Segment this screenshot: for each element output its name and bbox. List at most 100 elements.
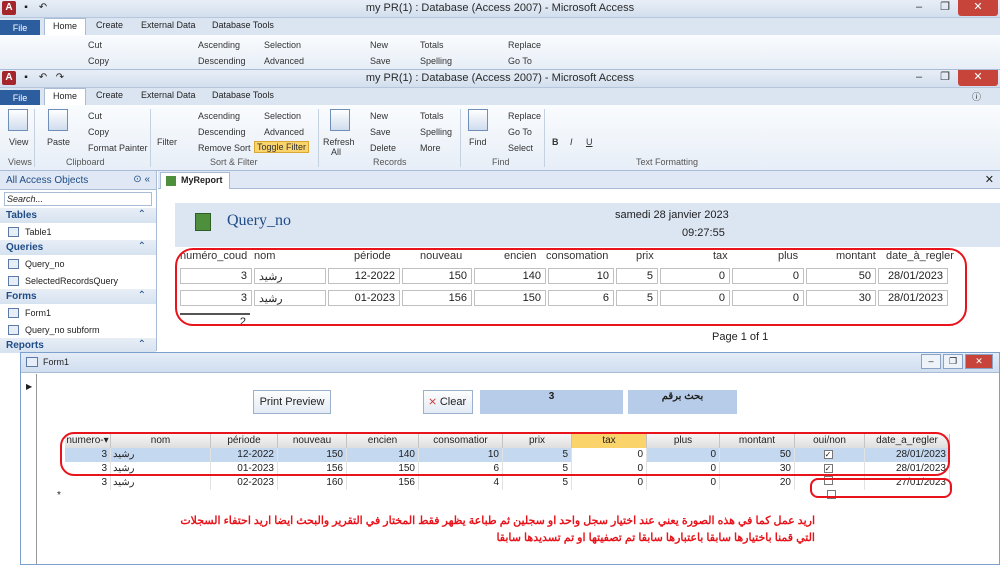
view-button[interactable]: View [9, 137, 28, 147]
tab-home[interactable]: Home [44, 88, 87, 105]
grid-cell[interactable]: 156 [347, 476, 419, 490]
bg-replace[interactable]: Replace [508, 40, 541, 50]
report-date: samedi 28 janvier 2023 [615, 209, 729, 221]
descending-button[interactable]: Descending [198, 127, 246, 137]
grid-cell[interactable]: 20 [720, 476, 795, 490]
remove-sort-button[interactable]: Remove Sort [198, 143, 251, 153]
ascending-button[interactable]: Ascending [198, 111, 240, 121]
collapse-icon[interactable]: ⌃ [138, 209, 146, 220]
advanced-button[interactable]: Advanced [264, 127, 304, 137]
copy-button[interactable]: Copy [88, 127, 109, 137]
page-indicator: Page 1 of 1 [712, 331, 769, 343]
select-button[interactable]: Select [508, 143, 533, 153]
find-button[interactable]: Find [469, 137, 487, 147]
spelling-button[interactable]: Spelling [420, 127, 452, 137]
italic-button[interactable]: I [570, 137, 573, 147]
nav-item-selected-records-query[interactable]: SelectedRecordsQuery [0, 272, 156, 289]
clear-button[interactable]: ⨯ Clear [423, 390, 473, 414]
collapse-icon[interactable]: ⌃ [138, 339, 146, 350]
minimize-icon[interactable]: – [906, 70, 932, 86]
background-ribbon-tabs: File Home Create External Data Database … [0, 18, 1000, 37]
tab-external-data[interactable]: External Data [141, 90, 196, 100]
bold-button[interactable]: B [552, 137, 559, 147]
bg-cut[interactable]: Cut [88, 40, 102, 50]
nav-header[interactable]: All Access Objects ⊙ « [0, 171, 156, 190]
bg-tab-home[interactable]: Home [44, 18, 87, 35]
help-icon[interactable]: ⓘ [972, 90, 981, 103]
bg-totals[interactable]: Totals [420, 40, 444, 50]
filter-button[interactable]: Filter [157, 137, 177, 147]
collapse-icon[interactable]: ⌃ [138, 241, 146, 252]
grid-cell[interactable]: 3 [65, 476, 111, 490]
form-icon [26, 357, 38, 367]
nav-section-forms[interactable]: Forms ⌃ [0, 289, 156, 304]
nav-section-reports[interactable]: Reports ⌃ [0, 338, 156, 353]
record-selector[interactable]: ▶ [23, 374, 37, 564]
nav-item-form1[interactable]: Form1 [0, 304, 156, 321]
bg-new[interactable]: New [370, 40, 388, 50]
grid-cell[interactable]: 4 [419, 476, 503, 490]
nav-search-input[interactable]: Search... [4, 192, 152, 206]
view-icon[interactable] [8, 109, 28, 131]
toggle-filter-button[interactable]: Toggle Filter [254, 141, 310, 153]
annotation-text-line1: اريد عمل كما في هذه الصورة يعني عند اختي… [180, 515, 815, 527]
collapse-icon[interactable]: ⌃ [138, 290, 146, 301]
grid-cell[interactable]: 0 [572, 476, 647, 490]
minimize-icon[interactable]: – [921, 354, 941, 369]
tab-myreport[interactable]: MyReport [160, 172, 230, 189]
bg-advanced[interactable]: Advanced [264, 56, 304, 66]
clipboard-group-label: Clipboard [66, 157, 105, 167]
paste-button[interactable]: Paste [47, 137, 70, 147]
grid-cell[interactable]: 02-2023 [211, 476, 278, 490]
new-record-button[interactable]: New [370, 111, 388, 121]
selection-button[interactable]: Selection [264, 111, 301, 121]
nav-item-query-no[interactable]: Query_no [0, 255, 156, 272]
goto-button[interactable]: Go To [508, 127, 532, 137]
bg-goto[interactable]: Go To [508, 56, 532, 66]
grid-cell[interactable]: 5 [503, 476, 572, 490]
tab-database-tools[interactable]: Database Tools [212, 90, 274, 100]
bg-selection[interactable]: Selection [264, 40, 301, 50]
new-record-marker: * [57, 490, 61, 501]
save-record-button[interactable]: Save [370, 127, 391, 137]
nav-section-tables[interactable]: Tables ⌃ [0, 208, 156, 223]
restore-icon[interactable]: ❐ [932, 70, 958, 86]
grid-cell[interactable]: 0 [647, 476, 720, 490]
refresh-icon[interactable] [330, 109, 350, 131]
grid-cell[interactable]: رشيد [111, 476, 211, 490]
nav-item-query-no-subform[interactable]: Query_no subform [0, 321, 156, 338]
nav-item-table1[interactable]: Table1 [0, 223, 156, 240]
bg-tab-external-data[interactable]: External Data [141, 20, 196, 30]
bg-descending[interactable]: Descending [198, 56, 246, 66]
bg-tab-database-tools[interactable]: Database Tools [212, 20, 274, 30]
bg-ascending[interactable]: Ascending [198, 40, 240, 50]
search-number-input[interactable]: 3 [480, 390, 623, 414]
close-icon[interactable]: ✕ [958, 70, 998, 86]
bg-spelling[interactable]: Spelling [420, 56, 452, 66]
close-document-icon[interactable]: ✕ [985, 173, 994, 186]
replace-button[interactable]: Replace [508, 111, 541, 121]
format-painter-button[interactable]: Format Painter [88, 143, 148, 153]
close-icon[interactable]: ✕ [958, 0, 998, 16]
restore-icon[interactable]: ❐ [943, 354, 963, 369]
underline-button[interactable]: U [586, 137, 593, 147]
tab-create[interactable]: Create [96, 90, 123, 100]
close-icon[interactable]: ✕ [965, 354, 993, 369]
background-title-bar: A ▪ ↶ my PR(1) : Database (Access 2007) - … [0, 0, 1000, 18]
delete-record-button[interactable]: Delete [370, 143, 396, 153]
print-preview-button[interactable]: Print Preview [253, 390, 331, 414]
refresh-all-button[interactable]: Refresh [323, 137, 355, 147]
cut-button[interactable]: Cut [88, 111, 102, 121]
paste-icon[interactable] [48, 109, 68, 131]
chevron-down-icon[interactable]: ⊙ « [133, 174, 150, 185]
bg-copy[interactable]: Copy [88, 56, 109, 66]
bg-save[interactable]: Save [370, 56, 391, 66]
find-icon[interactable] [468, 109, 488, 131]
totals-button[interactable]: Totals [420, 111, 444, 121]
minimize-icon[interactable]: – [906, 0, 932, 16]
more-button[interactable]: More [420, 143, 441, 153]
bg-tab-create[interactable]: Create [96, 20, 123, 30]
restore-icon[interactable]: ❐ [932, 0, 958, 16]
nav-section-queries[interactable]: Queries ⌃ [0, 240, 156, 255]
grid-cell[interactable]: 160 [278, 476, 347, 490]
